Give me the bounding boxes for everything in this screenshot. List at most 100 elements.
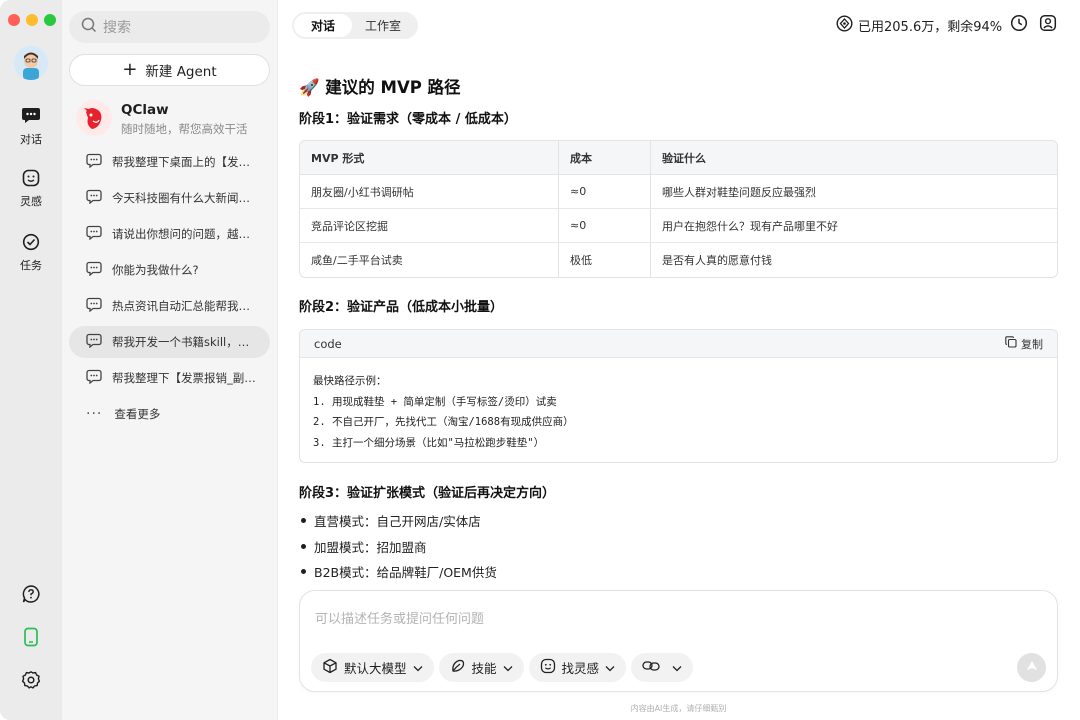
clock-icon xyxy=(1010,14,1028,36)
chat-bubble-icon xyxy=(86,261,102,279)
maximize-window-button[interactable] xyxy=(44,14,56,26)
chat-title: 帮我开发一个书籍skill，能帮我整理读书笔记 xyxy=(112,335,258,349)
inspiration-label: 找灵感 xyxy=(561,661,600,676)
tab-chat[interactable]: 对话 xyxy=(294,14,352,37)
bullet-dot-icon xyxy=(301,543,306,549)
bullet-text: B2B模式：给品牌鞋厂/OEM供货 xyxy=(314,565,497,581)
table-cell: 竞品评论区挖掘 xyxy=(300,209,558,243)
chat-list-item[interactable]: 帮我整理下【发票报销_副本】文件夹 xyxy=(69,362,270,394)
rail-item-chat[interactable]: 对话 xyxy=(0,107,62,147)
chevron-down-icon xyxy=(605,660,615,675)
table-cell: 极低 xyxy=(558,243,650,277)
table-cell: ≈0 xyxy=(558,175,650,209)
composer-input[interactable]: 可以描述任务或提问任何问题 xyxy=(315,608,484,627)
message-composer[interactable]: 可以描述任务或提问任何问题 默认大模型 技能 找灵感 xyxy=(299,590,1058,692)
chevron-down-icon xyxy=(672,660,682,675)
help-button[interactable] xyxy=(19,584,43,608)
search-input[interactable]: 搜索 xyxy=(69,11,270,43)
model-selector-label: 默认大模型 xyxy=(344,661,407,676)
phone-icon xyxy=(23,627,39,651)
chat-bubble-icon xyxy=(86,153,102,171)
agent-description: 随时随地，帮您高效干活 xyxy=(121,122,248,136)
chat-bubble-icon xyxy=(86,225,102,243)
help-icon xyxy=(21,584,41,608)
chat-title: 帮我整理下桌面上的【发票报销_副本】文件夹 xyxy=(112,155,258,169)
table-header: MVP 形式 xyxy=(300,141,558,175)
usage-text: 已用205.6万，剩余94% xyxy=(858,19,1003,35)
quota-icon xyxy=(836,14,853,36)
table-row: 朋友圈/小红书调研帖 ≈0 哪些人群对鞋垫问题反应最强烈 xyxy=(300,175,1057,209)
rail-item-tasks[interactable]: 任务 xyxy=(0,233,62,273)
stage3-heading: 阶段3：验证扩张模式（验证后再决定方向） xyxy=(299,486,556,501)
arrow-up-icon xyxy=(1025,658,1039,677)
code-block: code 复制 最快路径示例： 1. 用现成鞋垫 + 简单定制（手写标签/烫印）… xyxy=(299,329,1058,463)
chat-bubble-icon xyxy=(86,297,102,315)
table-header: 成本 xyxy=(558,141,650,175)
bullet-dot-icon xyxy=(301,569,306,575)
copy-label: 复制 xyxy=(1021,337,1043,351)
skills-label: 技能 xyxy=(471,661,497,676)
bullet-text: 加盟模式：招加盟商 xyxy=(314,539,427,555)
model-selector[interactable]: 默认大模型 xyxy=(311,653,434,682)
user-avatar[interactable] xyxy=(14,46,48,80)
history-button[interactable] xyxy=(1009,14,1029,36)
account-button[interactable] xyxy=(1038,14,1058,35)
chat-list-item[interactable]: 今天科技圈有什么大新闻，帮我总结一下 xyxy=(69,182,270,214)
gear-icon xyxy=(21,670,41,694)
settings-button[interactable] xyxy=(19,670,43,694)
chat-list-item[interactable]: 热点资讯自动汇总能帮我做吗 xyxy=(69,290,270,322)
cube-icon xyxy=(322,658,338,677)
conversation-sidebar: 搜索 + 新建 Agent QClaw 随时随地，帮您高效干活 帮我整理下桌面上… xyxy=(62,0,278,720)
new-agent-label: 新建 Agent xyxy=(145,64,217,80)
chevron-down-icon xyxy=(503,660,513,675)
ai-disclaimer: 内容由AI生成，请仔细甄别 xyxy=(630,704,727,713)
mobile-button[interactable] xyxy=(19,627,43,651)
copy-button[interactable]: 复制 xyxy=(1005,336,1043,352)
chat-list-item[interactable]: 帮我整理下桌面上的【发票报销_副本】文件夹 xyxy=(69,146,270,178)
new-agent-button[interactable]: + 新建 Agent xyxy=(69,54,270,86)
bullet-item: 直营模式：自己开网店/实体店 xyxy=(299,508,497,534)
table-cell: 是否有人真的愿意付钱 xyxy=(650,243,1057,277)
window-controls xyxy=(8,14,56,26)
view-more-button[interactable]: ··· 查看更多 xyxy=(69,398,270,430)
mvp-table: MVP 形式 成本 验证什么 朋友圈/小红书调研帖 ≈0 哪些人群对鞋垫问题反应… xyxy=(299,140,1058,278)
bullet-item: B2B模式：给品牌鞋厂/OEM供货 xyxy=(299,559,497,585)
chat-list: 帮我整理下桌面上的【发票报销_副本】文件夹 今天科技圈有什么大新闻，帮我总结一下… xyxy=(69,146,270,434)
code-block-header: code 复制 xyxy=(300,330,1057,358)
rail-item-label: 对话 xyxy=(20,133,42,146)
code-content: 最快路径示例： 1. 用现成鞋垫 + 简单定制（手写标签/烫印）试卖 2. 不自… xyxy=(313,375,574,449)
rail-item-label: 灵感 xyxy=(20,195,42,208)
close-window-button[interactable] xyxy=(8,14,20,26)
chat-bubble-icon xyxy=(86,369,102,387)
chat-bubble-icon xyxy=(86,189,102,207)
bullet-dot-icon xyxy=(301,518,306,524)
chat-list-item-active[interactable]: 帮我开发一个书籍skill，能帮我整理读书笔记 xyxy=(69,326,270,358)
usage-indicator[interactable]: 已用205.6万，剩余94% xyxy=(836,14,1003,36)
chat-title: 今天科技圈有什么大新闻，帮我总结一下 xyxy=(112,191,258,205)
more-dots-icon: ··· xyxy=(86,406,103,422)
rail-item-label: 任务 xyxy=(20,259,42,272)
minimize-window-button[interactable] xyxy=(26,14,38,26)
chat-title: 你能为我做什么? xyxy=(112,263,199,277)
chat-bubble-icon xyxy=(86,333,102,351)
plus-icon: + xyxy=(122,59,138,80)
composer-toolbar: 默认大模型 技能 找灵感 xyxy=(311,653,694,682)
link-selector[interactable] xyxy=(631,653,694,682)
skills-selector[interactable]: 技能 xyxy=(438,653,524,682)
agent-card-qclaw[interactable]: QClaw 随时随地，帮您高效干活 xyxy=(76,100,270,142)
chat-list-item[interactable]: 你能为我做什么? xyxy=(69,254,270,286)
chat-title: 热点资讯自动汇总能帮我做吗 xyxy=(112,299,258,313)
check-circle-icon xyxy=(0,233,62,254)
left-rail: 对话 灵感 任务 xyxy=(0,0,62,720)
message-heading: 🚀 建议的 MVP 路径 xyxy=(299,78,461,97)
tab-studio[interactable]: 工作室 xyxy=(352,14,414,37)
rail-item-inspiration[interactable]: 灵感 xyxy=(0,169,62,209)
table-cell: 朋友圈/小红书调研帖 xyxy=(300,175,558,209)
stage1-heading: 阶段1：验证需求（零成本 / 低成本） xyxy=(299,112,517,127)
chat-list-item[interactable]: 请说出你想问的问题，越具体越好 xyxy=(69,218,270,250)
search-placeholder: 搜索 xyxy=(103,20,131,36)
send-button[interactable] xyxy=(1017,653,1046,682)
leaf-icon xyxy=(450,658,466,677)
bullet-text: 直营模式：自己开网店/实体店 xyxy=(314,514,481,530)
inspiration-selector[interactable]: 找灵感 xyxy=(528,653,627,682)
